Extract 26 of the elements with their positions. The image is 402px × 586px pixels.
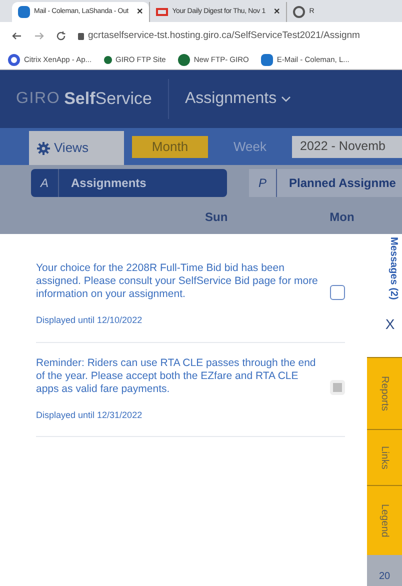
close-button[interactable]: X <box>385 314 395 335</box>
display-until-text: Displayed until 12/31/2022 <box>36 408 144 422</box>
logo: GIRO <box>16 89 60 109</box>
forward-arrow-icon[interactable] <box>34 31 44 41</box>
chevron-down-icon <box>280 96 291 102</box>
acknowledge-checkbox[interactable] <box>330 285 345 300</box>
reload-icon[interactable] <box>56 31 66 41</box>
views-tab[interactable]: Views <box>29 131 124 165</box>
day-header: Sun <box>205 209 228 226</box>
day-header: Mon <box>330 209 354 226</box>
close-button[interactable]: ✕ <box>136 6 144 18</box>
calendar-cell: 20 <box>367 555 402 586</box>
gear-icon <box>37 142 50 154</box>
url-text: gcrtaselfservice-tst.hosting.giro.ca/SelfServiceTest2021/Assignm <box>88 28 360 43</box>
messages-title: Messages (2) <box>387 236 400 300</box>
view-toggle[interactable]: A Assignments <box>31 168 227 196</box>
close-button[interactable]: ✕ <box>273 6 280 18</box>
view-toggle[interactable]: P Planned Assignme <box>249 168 402 196</box>
date-field[interactable]: 2022 - Novemb <box>292 136 402 158</box>
address-bar[interactable]: gcrtaselfservice-tst.hosting.giro.ca/SelfServiceTest2021/Assignm <box>78 28 390 44</box>
app-title: SelfService <box>64 88 152 110</box>
display-until-text: Displayed until 12/10/2022 <box>36 314 144 327</box>
message-text: Your choice for the 2208R Full-Time Bid bid has been assigned. Please consult your SelfService Bid page for more information on your assignment. <box>36 262 318 301</box>
message-text: Reminder: Riders can use RTA CLE passes through the end of the year. Please accept both the EZfare and RTA CLE apps as valid fare payments. <box>36 356 317 396</box>
assignments-menu[interactable]: Assignments <box>184 87 291 111</box>
back-arrow-icon[interactable] <box>12 31 22 41</box>
